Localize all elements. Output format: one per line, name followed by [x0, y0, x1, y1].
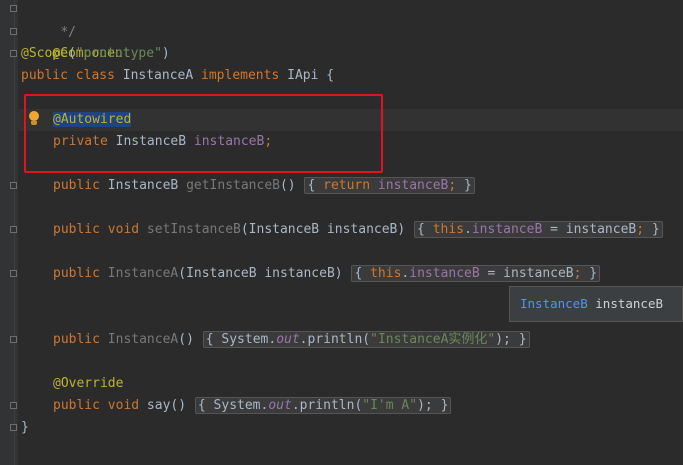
- say-modifier: public void: [53, 398, 140, 413]
- fold-marker-icon[interactable]: [10, 5, 17, 12]
- setter-name: setInstanceB: [146, 222, 241, 237]
- class-close-brace: }: [21, 420, 29, 435]
- getter-name: getInstanceB: [186, 178, 280, 193]
- code-line[interactable]: public InstanceA() { System.out.println(…: [53, 329, 531, 351]
- parameter-info-tooltip: InstanceB instanceB: [509, 286, 683, 322]
- fold-marker-icon[interactable]: [10, 28, 17, 35]
- getter-parens: (): [279, 178, 296, 193]
- folded-body[interactable]: { System.out.println("I'm A"); }: [194, 397, 452, 414]
- code-line[interactable]: @Component: [21, 21, 130, 61]
- code-line[interactable]: public void setInstanceB(InstanceB insta…: [53, 219, 664, 241]
- implements-keyword: implements: [201, 68, 280, 83]
- class-name: InstanceA: [114, 68, 202, 83]
- fold-marker-icon[interactable]: [10, 336, 17, 343]
- code-line[interactable]: */: [29, 0, 76, 40]
- code-line[interactable]: public InstanceB getInstanceB() { return…: [53, 175, 476, 197]
- folded-body[interactable]: { System.out.println("InstanceA实例化"); }: [202, 331, 530, 348]
- code-line[interactable]: @Scope("prototype"): [21, 43, 170, 65]
- setter-modifier: public void: [53, 222, 140, 237]
- fold-marker-icon[interactable]: [10, 402, 17, 409]
- folded-body[interactable]: { this.instanceB = instanceB; }: [414, 221, 663, 238]
- scope-value: "prototype": [75, 46, 162, 61]
- folded-body[interactable]: { this.instanceB = instanceB; }: [351, 265, 601, 282]
- ctor-name: InstanceA: [107, 266, 179, 281]
- highlight-box: [24, 94, 383, 173]
- code-line[interactable]: @Override: [53, 373, 123, 395]
- ctor-params: (InstanceB instanceB): [178, 266, 343, 281]
- code-editor[interactable]: */ @Component @Scope("prototype") public…: [0, 0, 683, 465]
- code-line[interactable]: public class InstanceA implements IApi {: [21, 65, 334, 87]
- class-keyword: public class: [21, 68, 115, 83]
- code-line[interactable]: }: [21, 417, 29, 439]
- getter-modifier: public: [53, 178, 100, 193]
- interface-name: IApi {: [279, 68, 335, 83]
- ctor-modifier: public: [53, 332, 100, 347]
- tooltip-type: InstanceB: [520, 296, 588, 311]
- folded-body[interactable]: { return instanceB; }: [304, 177, 475, 194]
- setter-params: (InstanceB instanceB): [240, 222, 406, 237]
- say-name: say: [139, 398, 171, 413]
- scope-paren-close: ): [161, 46, 170, 61]
- code-line[interactable]: public InstanceA(InstanceB instanceB) { …: [53, 263, 601, 285]
- fold-marker-icon[interactable]: [10, 182, 17, 189]
- ctor-name: InstanceA: [107, 332, 179, 347]
- annotation-scope: @Scope: [21, 46, 68, 61]
- fold-marker-icon[interactable]: [10, 50, 17, 57]
- tooltip-name: instanceB: [595, 296, 663, 311]
- getter-type: InstanceB: [99, 178, 187, 193]
- ctor-parens: (): [178, 332, 194, 347]
- ctor-modifier: public: [53, 266, 100, 281]
- say-parens: (): [170, 398, 187, 413]
- fold-marker-icon[interactable]: [10, 226, 17, 233]
- scope-paren-open: (: [67, 46, 76, 61]
- fold-marker-icon[interactable]: [10, 424, 17, 431]
- fold-marker-icon[interactable]: [10, 270, 17, 277]
- annotation-override: @Override: [53, 376, 124, 391]
- code-line[interactable]: public void say() { System.out.println("…: [53, 395, 452, 417]
